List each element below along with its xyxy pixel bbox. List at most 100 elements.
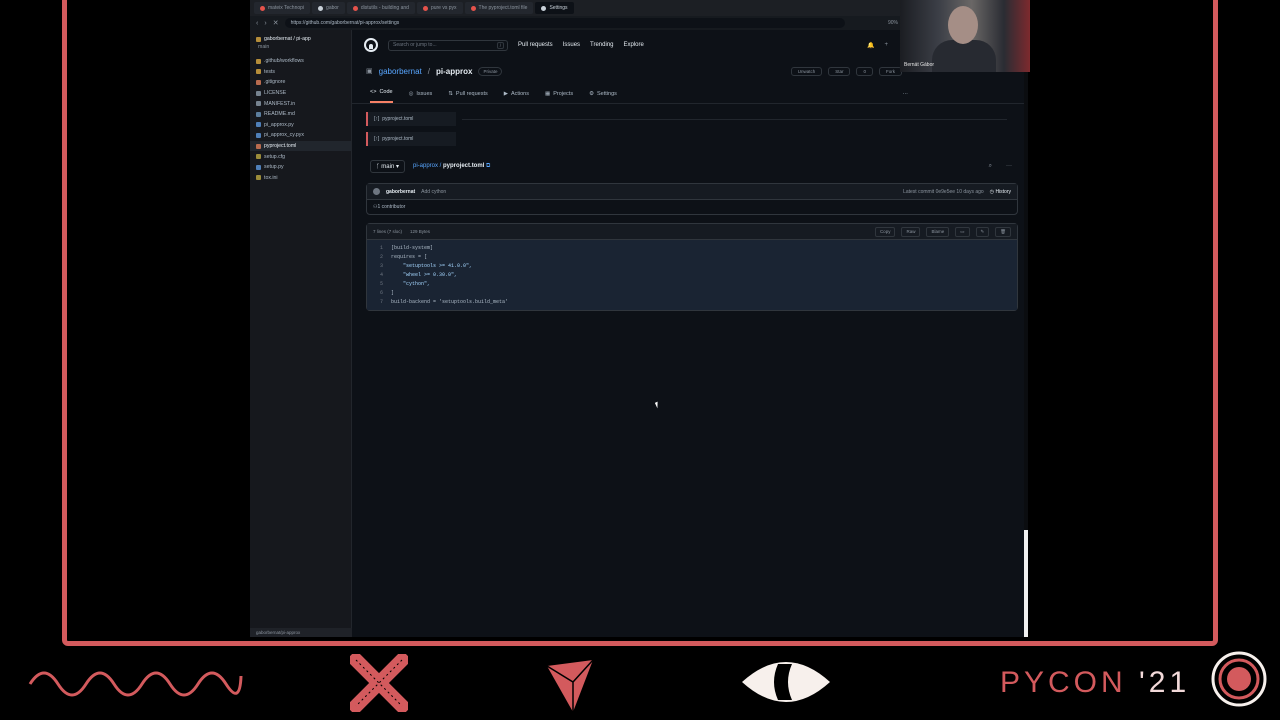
sidebar-item[interactable]: MANIFEST.in — [250, 98, 351, 109]
contributors[interactable]: ⚇ 1 contributor — [367, 199, 1017, 214]
history-link[interactable]: ◷ History — [990, 189, 1011, 195]
forward-icon[interactable]: › — [264, 20, 266, 27]
plus-icon[interactable]: + — [884, 42, 888, 49]
breadcrumb-repo[interactable]: pi-approx — [413, 163, 438, 169]
file-tools: ⌕ ··· — [989, 163, 1012, 170]
sidebar-branch: main — [258, 44, 270, 50]
scrollbar[interactable] — [1024, 30, 1028, 637]
sidebar-item[interactable]: pi_approx_cy.pyx — [250, 130, 351, 141]
nav-trending[interactable]: Trending — [590, 42, 613, 48]
repo-name[interactable]: pi-approx — [436, 67, 472, 76]
config-icon — [256, 154, 261, 160]
commit-message[interactable]: Add cython — [421, 189, 446, 195]
sidebar-item[interactable]: tests — [250, 67, 351, 78]
raw-button[interactable]: Raw — [901, 226, 921, 237]
webcam-overlay: Bernát Gábor — [900, 0, 1030, 72]
sidebar-item[interactable]: setup.cfg — [250, 151, 351, 162]
desktop-icon[interactable]: ▭ — [955, 226, 970, 237]
target-icon — [1211, 651, 1267, 707]
blame-button[interactable]: Blame — [926, 226, 950, 237]
tab-actions[interactable]: ▶ Actions — [504, 91, 529, 103]
back-icon[interactable]: ‹ — [256, 20, 258, 27]
notification-icon[interactable]: 🔔 — [867, 42, 874, 49]
tab-settings[interactable]: ⚙ Settings — [589, 91, 617, 103]
code-icon: <> — [370, 89, 377, 95]
folder-icon — [256, 58, 261, 64]
tab-issues[interactable]: ◎ Issues — [409, 91, 433, 103]
visibility-badge: Private — [478, 66, 503, 76]
sidebar-item[interactable]: tox.ini — [250, 173, 351, 184]
gear-icon: ⚙ — [589, 91, 595, 97]
tab-pull-requests[interactable]: ⇅ Pull requests — [448, 91, 487, 103]
sidebar-item[interactable]: pi_approx.py — [250, 120, 351, 131]
nav-explore[interactable]: Explore — [624, 42, 644, 48]
search-icon[interactable]: ⌕ — [989, 163, 992, 170]
code-line: 6] — [379, 289, 395, 296]
fork-button[interactable]: Fork — [879, 66, 902, 76]
sidebar-item-active[interactable]: pyproject.toml — [250, 140, 351, 152]
wave-icon — [28, 671, 243, 697]
sidebar-header: gaborbernat / pi-app — [250, 30, 351, 44]
tab-favicon-icon — [352, 5, 358, 11]
play-icon: ▶ — [503, 91, 508, 97]
sidebar-item[interactable]: README.md — [250, 109, 351, 120]
triangle-logo-icon — [546, 659, 594, 712]
reload-icon[interactable]: ✕ — [273, 19, 279, 27]
repo-icon: ▣ — [366, 68, 373, 75]
divider — [462, 119, 1007, 120]
commit-author[interactable]: gaborbernat — [386, 189, 415, 195]
copy-path-icon[interactable]: ⧉ — [486, 163, 490, 169]
pycon-year: '21 — [1139, 666, 1191, 699]
copy-button[interactable]: Copy — [874, 226, 896, 237]
notification-card[interactable]: [↑] pyproject.toml — [366, 132, 456, 146]
browser-tab[interactable]: distutils - building and — [346, 2, 415, 14]
nav-pull-requests[interactable]: Pull requests — [518, 42, 553, 48]
more-icon[interactable]: ··· — [1006, 163, 1012, 170]
delete-icon[interactable]: 🗑 — [995, 226, 1011, 237]
sidebar-item[interactable]: LICENSE — [250, 88, 351, 99]
star-button[interactable]: Star — [828, 66, 851, 76]
url-input[interactable]: https://github.com/gaborbernat/pi-approx… — [284, 18, 845, 28]
file-icon — [256, 90, 261, 96]
browser-tab[interactable]: The pyproject.toml file — [464, 2, 534, 14]
browser-tab[interactable]: pure vs pyx — [416, 2, 463, 14]
more-icon[interactable]: ··· — [903, 91, 909, 103]
browser-tab[interactable]: gabor — [312, 2, 345, 14]
file-icon — [256, 101, 261, 107]
notification-card[interactable]: [↑] pyproject.toml — [366, 112, 456, 126]
unwatch-button[interactable]: Unwatch — [790, 66, 823, 76]
browser-tab-active[interactable]: Settings — [535, 2, 574, 14]
commit-box: gaborbernat Add cython Latest commit 0e9… — [366, 183, 1018, 215]
edit-icon[interactable]: ✎ — [975, 226, 990, 237]
github-nav: Pull requests Issues Trending Explore — [518, 42, 644, 48]
nav-issues[interactable]: Issues — [563, 42, 580, 48]
file-tree-sidebar: gaborbernat / pi-app main .github/workfl… — [250, 30, 352, 637]
pycon-brand: PYCON '21 — [1000, 666, 1191, 699]
scroll-thumb[interactable] — [1024, 530, 1028, 637]
cross-icon — [350, 654, 408, 712]
file-breadcrumb: ᚴ main ▾ pi-approx / pyproject.toml ⧉ ⌕ … — [370, 160, 1028, 173]
tab-code[interactable]: <> Code — [370, 89, 393, 103]
sidebar-item[interactable]: setup.py — [250, 162, 351, 173]
repo-owner[interactable]: gaborbernat — [379, 67, 422, 76]
speaker-head — [948, 6, 978, 44]
sidebar-item[interactable]: .gitignore — [250, 77, 351, 88]
breadcrumb-file: pyproject.toml — [443, 163, 485, 169]
issue-icon: ◎ — [408, 91, 414, 97]
tab-projects[interactable]: ▦ Projects — [545, 91, 573, 103]
tab-favicon-icon — [470, 5, 476, 11]
sidebar-item[interactable]: .github/workflows — [250, 56, 351, 67]
github-favicon-icon — [318, 5, 324, 11]
github-favicon-icon — [541, 5, 547, 11]
python-icon — [256, 164, 261, 170]
github-logo-icon[interactable] — [364, 38, 378, 52]
speaker-name: Bernát Gábor — [904, 62, 935, 68]
repo-icon — [256, 36, 261, 42]
search-input[interactable]: Search or jump to... / — [388, 39, 508, 51]
branch-select[interactable]: ᚴ main ▾ — [370, 160, 405, 173]
search-shortcut: / — [496, 41, 504, 49]
browser-tab[interactable]: mateix Technopi — [254, 2, 311, 14]
python-icon — [256, 122, 261, 128]
speaker-body — [932, 40, 996, 72]
toml-icon — [256, 143, 261, 149]
